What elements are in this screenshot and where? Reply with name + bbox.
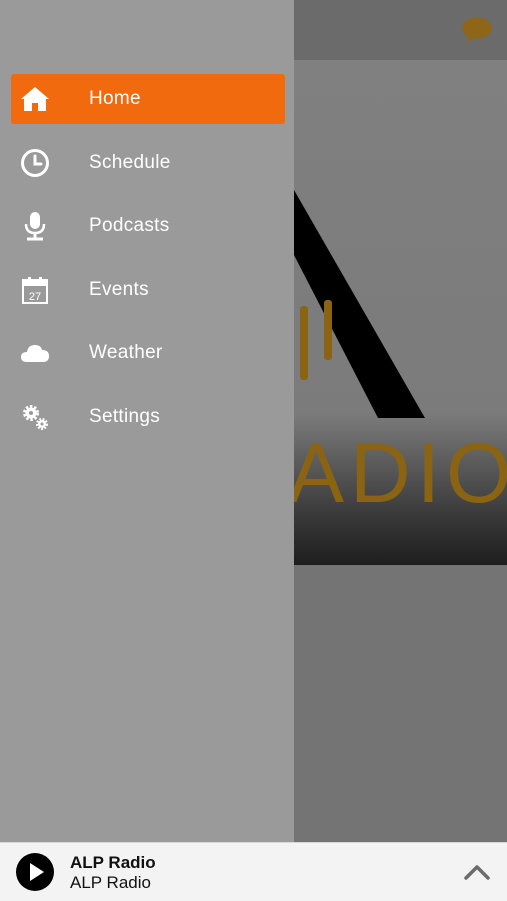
clock-icon <box>20 148 50 178</box>
gears-icon <box>20 402 50 432</box>
menu-item-events[interactable]: 27 Events <box>0 265 294 315</box>
menu-item-label: Settings <box>89 405 161 427</box>
calendar-icon: 27 <box>20 275 50 305</box>
menu-item-schedule[interactable]: Schedule <box>0 138 294 188</box>
chevron-up-icon[interactable] <box>463 863 491 881</box>
logo-bars <box>300 300 332 380</box>
menu-item-label: Schedule <box>89 151 171 173</box>
menu-item-label: Podcasts <box>89 215 170 236</box>
svg-text:27: 27 <box>29 291 41 303</box>
play-icon[interactable] <box>15 852 55 892</box>
player-title: ALP Radio <box>70 853 156 872</box>
navigation-drawer: Home Schedule Podcasts 27 Events Weather… <box>0 0 294 842</box>
menu-item-label: Events <box>89 278 149 300</box>
menu-item-weather[interactable]: Weather <box>0 328 294 378</box>
menu-item-home[interactable]: Home <box>0 74 294 124</box>
mini-player[interactable]: ALP Radio ALP Radio <box>0 842 507 901</box>
home-icon <box>20 84 50 114</box>
menu-item-podcasts[interactable]: Podcasts <box>0 201 294 251</box>
menu-item-settings[interactable]: Settings <box>0 392 294 442</box>
menu-item-label: Home <box>89 88 141 109</box>
drawer-menu: Home Schedule Podcasts 27 Events Weather… <box>0 74 294 455</box>
chat-bubble-icon[interactable] <box>461 16 493 44</box>
player-subtitle: ALP Radio <box>70 873 151 892</box>
logo-text: ADIO <box>288 426 507 520</box>
microphone-icon <box>20 211 50 241</box>
cloud-icon <box>20 338 50 368</box>
menu-item-label: Weather <box>89 342 163 363</box>
